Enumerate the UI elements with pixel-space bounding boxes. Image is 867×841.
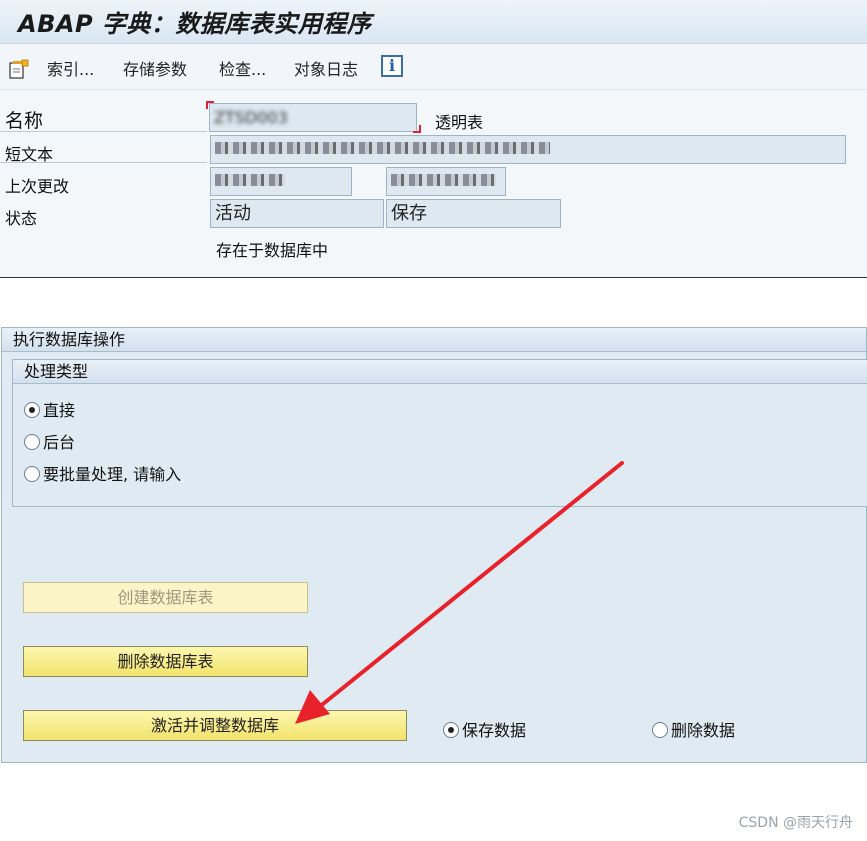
table-type-label: 透明表 [435,113,484,132]
create-db-table-button[interactable]: 创建数据库表 [23,582,308,613]
storage-params-button[interactable]: 存储参数 [123,56,187,80]
last-change-user-field[interactable] [210,167,352,196]
radio-icon[interactable] [652,722,668,738]
db-operation-group: 执行数据库操作 处理类型 直接 后台 要批量处理, 请输入 创建数据库表 删除数… [1,327,867,763]
last-change-label: 上次更改 [5,177,70,196]
status-active-field: 活动 [210,199,384,228]
short-text-field[interactable] [210,135,846,164]
watermark: CSDN @雨天行舟 [738,815,853,831]
window-title: ABAP 字典：数据库表实用程序 [18,10,372,38]
radio-direct[interactable]: 直接 [24,397,75,421]
object-log-button[interactable]: 对象日志 [294,56,358,80]
last-change-date-field[interactable] [386,167,506,196]
required-marker [413,125,421,133]
divider [0,162,207,163]
redacted-text [215,142,550,154]
redacted-text [215,174,285,186]
radio-background[interactable]: 后台 [24,429,75,453]
radio-icon[interactable] [24,466,40,482]
index-button[interactable]: 索引... [47,56,94,80]
radio-save-data[interactable]: 保存数据 [443,717,526,741]
radio-delete-data[interactable]: 删除数据 [652,717,735,741]
processing-type-group: 处理类型 直接 后台 要批量处理, 请输入 [12,359,867,507]
delete-db-table-button[interactable]: 删除数据库表 [23,646,308,677]
document-new-icon[interactable] [8,58,30,80]
table-header-panel: 名称 ZTSD003 透明表 短文本 上次更改 状态 活动 保存 存在于数据库中 [0,90,867,278]
radio-icon[interactable] [24,434,40,450]
db-operation-group-title: 执行数据库操作 [2,328,866,352]
status-label: 状态 [5,209,38,228]
activate-adjust-db-button[interactable]: 激活并调整数据库 [23,710,407,741]
table-name-field[interactable]: ZTSD003 [209,103,417,132]
info-icon[interactable]: i [381,55,403,77]
divider [0,131,207,132]
processing-type-title: 处理类型 [13,360,867,384]
application-toolbar: 索引... 存储参数 检查... 对象日志 i [0,44,867,90]
check-button[interactable]: 检查... [219,56,266,80]
required-marker [206,101,214,109]
status-saved-field: 保存 [386,199,561,228]
redacted-text [391,174,496,186]
radio-selected-icon[interactable] [24,402,40,418]
radio-selected-icon[interactable] [443,722,459,738]
db-existence-note: 存在于数据库中 [216,241,329,260]
title-bar: ABAP 字典：数据库表实用程序 [0,0,867,44]
name-label: 名称 [5,110,44,132]
radio-batch[interactable]: 要批量处理, 请输入 [24,461,181,485]
